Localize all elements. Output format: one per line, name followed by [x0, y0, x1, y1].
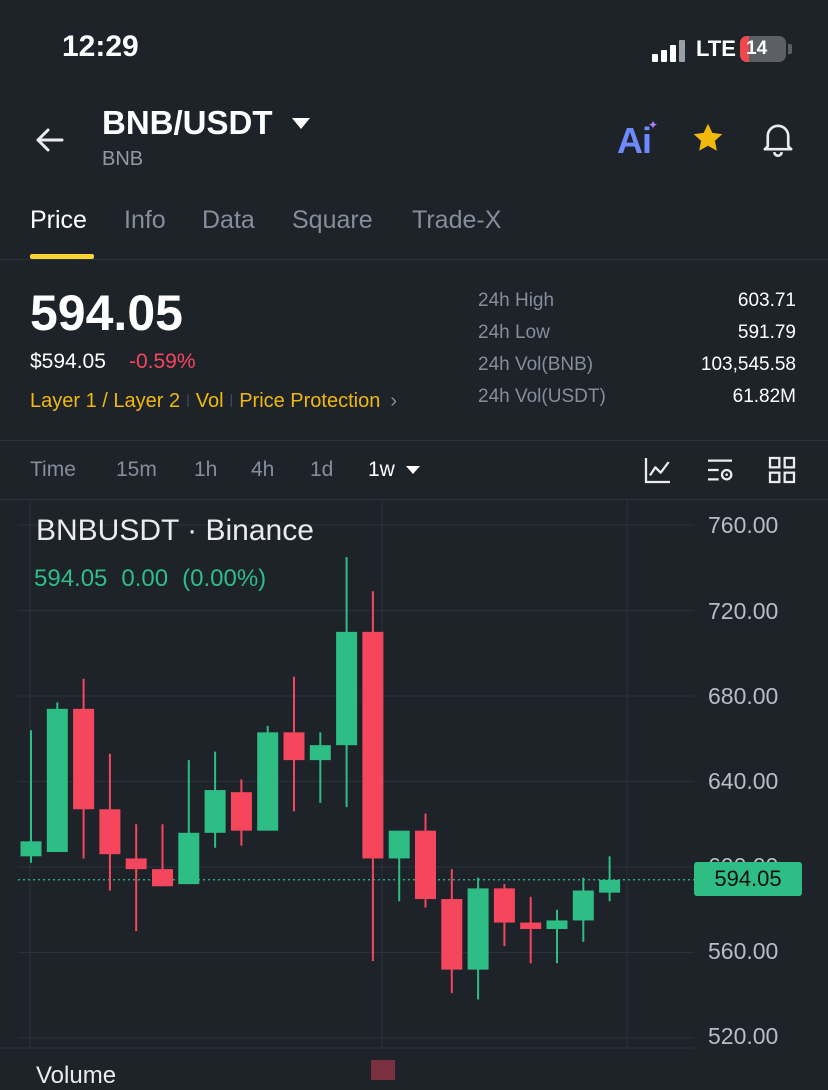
base-asset: BNB [102, 148, 144, 170]
candle-body [415, 830, 436, 900]
candle-body [178, 832, 200, 885]
interval-1w[interactable]: 1w [368, 458, 395, 482]
interval-dropdown-icon[interactable] [406, 466, 420, 474]
stats-divider [0, 440, 828, 441]
tag-vol[interactable]: Vol [196, 390, 224, 412]
network-label: LTE [696, 36, 736, 61]
interval-15m[interactable]: 15m [116, 458, 157, 482]
candle-body [73, 708, 95, 810]
current-price-tag: 594.05 [694, 862, 802, 896]
back-arrow-icon[interactable] [30, 120, 70, 160]
candle-body [20, 841, 42, 857]
interval-4h[interactable]: 4h [251, 458, 274, 482]
candle-body [125, 858, 147, 870]
stat-label-high: 24h High [478, 290, 555, 311]
candle-body [599, 879, 621, 893]
chevron-right-icon[interactable]: › [390, 390, 397, 412]
candle-body [99, 809, 121, 855]
tag-separator: | [186, 391, 190, 407]
candle-body [283, 732, 305, 761]
candle-body [257, 732, 279, 831]
stat-label-low: 24h Low [478, 322, 550, 343]
price-change: -0.59% [129, 350, 196, 373]
chart-settings-icon[interactable] [704, 454, 736, 486]
candle-body [204, 790, 226, 833]
candle-body [493, 888, 515, 923]
y-axis-label: 680.00 [708, 683, 779, 709]
candle-body [467, 888, 489, 970]
y-axis-label: 760.00 [708, 512, 779, 538]
ohlc-change: 0.00 [121, 565, 169, 592]
ohlc-price: 594.05 [34, 565, 108, 592]
candle-body [441, 899, 463, 970]
y-axis-label: 720.00 [708, 598, 779, 624]
candle-body [309, 745, 331, 761]
tag-row[interactable]: Layer 1 / Layer 2 | Vol | Price Protection › [30, 390, 397, 413]
candle-body [388, 830, 410, 859]
tab-price[interactable]: Price [30, 206, 87, 235]
candle-body [230, 792, 252, 831]
tag-separator: | [229, 391, 234, 407]
tab-info[interactable]: Info [124, 206, 166, 235]
candle-body [152, 869, 173, 887]
chart-ohlc-readout: 594.05 0.00 (0.00%) [34, 565, 280, 593]
stat-value-low: 591.79 [737, 322, 796, 343]
candle-body [336, 631, 358, 746]
ai-sparkle-icon: ✦ [648, 118, 659, 132]
tab-trade-x[interactable]: Trade-X [412, 206, 501, 235]
last-price: 594.05 [30, 285, 183, 341]
chart-title: BNBUSDT · Binance [36, 514, 314, 547]
tag-price-protection[interactable]: Price Protection [239, 390, 380, 412]
tag-layer[interactable]: Layer 1 / Layer 2 [30, 390, 180, 412]
interval-time[interactable]: Time [30, 458, 76, 482]
tabs-divider [0, 259, 828, 260]
stat-value-high: 603.71 [737, 290, 796, 311]
y-axis-label: 640.00 [708, 768, 779, 794]
usd-price: $594.05 [30, 350, 106, 373]
stat-label-vol-quote: 24h Vol(USDT) [478, 386, 606, 407]
bell-icon[interactable] [760, 120, 796, 158]
status-time: 12:29 [62, 30, 139, 63]
candle-body [520, 922, 542, 929]
pair-dropdown-icon[interactable] [292, 118, 310, 129]
candle-body [362, 631, 384, 859]
battery-level: 14 [746, 38, 768, 59]
indicator-chart-icon[interactable] [642, 454, 674, 486]
ohlc-percent: (0.00%) [182, 565, 267, 592]
y-axis-label: 560.00 [708, 938, 779, 964]
volume-bar [371, 1060, 395, 1080]
interval-1h[interactable]: 1h [194, 458, 217, 482]
tab-square[interactable]: Square [292, 206, 373, 235]
candle-body [546, 920, 568, 929]
candle-body [572, 890, 594, 921]
tab-data[interactable]: Data [202, 206, 255, 235]
layout-grid-icon[interactable] [766, 454, 798, 486]
interval-1d[interactable]: 1d [310, 458, 333, 482]
ai-button[interactable]: Ai [617, 120, 652, 162]
stat-value-vol-quote: 61.82M [732, 386, 796, 407]
stat-label-vol-base: 24h Vol(BNB) [478, 354, 594, 375]
battery-icon: 14 [740, 36, 786, 62]
battery-tip [788, 44, 792, 54]
volume-label: Volume [36, 1062, 117, 1089]
y-axis-label: 520.00 [708, 1023, 779, 1049]
pair-title[interactable]: BNB/USDT [102, 104, 273, 142]
favorite-star-icon[interactable] [690, 120, 726, 156]
signal-icon [652, 40, 688, 62]
stat-value-vol-base: 103,545.58 [700, 354, 796, 375]
candle-body [46, 708, 68, 853]
